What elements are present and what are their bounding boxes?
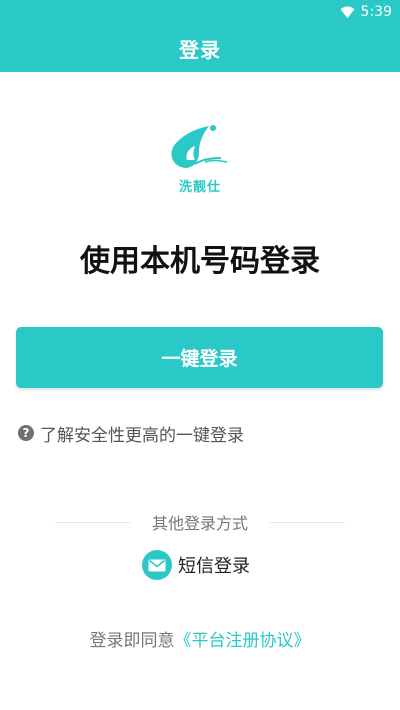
agreement-prefix: 登录即同意 [89, 631, 175, 651]
logo-text: 洗靓仕 [178, 180, 221, 195]
status-bar: 5:39 [0, 0, 400, 24]
status-icons: 5:39 [340, 3, 392, 21]
one-click-login-button[interactable]: 一键登录 [16, 327, 383, 388]
sms-login-button[interactable]: 短信登录 [142, 549, 250, 581]
platform-agreement-link[interactable]: 《平台注册协议》 [175, 631, 311, 651]
brand-logo: 洗靓仕 [165, 122, 235, 202]
sms-login-label: 短信登录 [178, 556, 250, 577]
page-title: 登录 [179, 37, 221, 62]
other-methods-divider: 其他登录方式 [55, 510, 346, 534]
header: 登录 [0, 24, 400, 72]
help-text: 了解安全性更高的一键登录 [40, 425, 244, 446]
agreement-text: 登录即同意《平台注册协议》 [0, 626, 400, 651]
divider-line-right [270, 521, 346, 523]
water-drop-logo-icon [171, 125, 228, 168]
main-title: 使用本机号码登录 [80, 244, 320, 279]
question-circle-icon: ? [18, 425, 34, 441]
security-help-link[interactable]: ? 了解安全性更高的一键登录 [18, 422, 244, 446]
other-methods-title: 其他登录方式 [152, 514, 249, 533]
divider-line-left [55, 521, 130, 523]
wifi-icon [340, 6, 355, 18]
mail-icon [142, 550, 172, 580]
status-time: 5:39 [360, 4, 392, 20]
